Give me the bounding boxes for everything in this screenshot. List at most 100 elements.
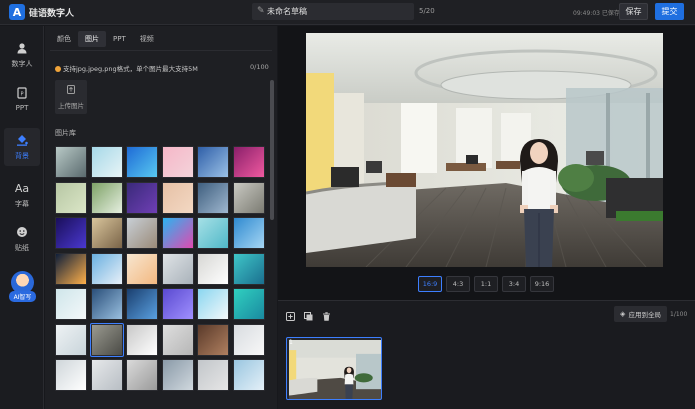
nav-label: 数字人: [11, 59, 33, 68]
tab-ppt[interactable]: PPT: [106, 31, 133, 47]
copy-scene-icon[interactable]: [302, 310, 314, 322]
image-thumbnail[interactable]: [55, 252, 87, 285]
image-thumbnail[interactable]: [232, 323, 265, 356]
image-thumbnail[interactable]: [126, 181, 158, 214]
avatar-icon: [16, 42, 28, 56]
image-thumbnail[interactable]: [90, 252, 123, 285]
thumbnail-image: [127, 289, 157, 319]
thumbnail-image: [56, 147, 86, 177]
delete-scene-icon[interactable]: [320, 310, 332, 322]
apply-to-all-button[interactable]: ◈ 应用到全局: [614, 306, 667, 322]
thumbnail-image: [91, 182, 122, 213]
text-icon: Aa: [14, 181, 30, 195]
left-nav: 数字人 P PPT 背景 Aa 字幕 贴纸 AI智写: [0, 26, 44, 409]
image-thumbnail[interactable]: [90, 146, 123, 178]
edit-icon: ✎: [257, 6, 265, 16]
brand-name: 硅语数字人: [29, 9, 75, 19]
image-thumbnail[interactable]: [55, 217, 87, 249]
image-thumbnail[interactable]: [161, 323, 194, 356]
image-thumbnail[interactable]: [90, 288, 123, 320]
image-library-title: 图片库: [55, 129, 76, 137]
scene-thumbnail[interactable]: 1: [286, 337, 382, 400]
tab-video[interactable]: 视频: [133, 31, 161, 47]
thumbnail-image: [56, 218, 86, 248]
image-thumbnail[interactable]: [161, 359, 194, 391]
panel-scrollbar[interactable]: [270, 80, 274, 220]
nav-item-sticker[interactable]: 贴纸: [4, 220, 40, 258]
upload-label: 上传图片: [58, 101, 84, 110]
image-thumbnail[interactable]: [197, 323, 229, 356]
image-thumbnail[interactable]: [55, 323, 87, 356]
save-button[interactable]: 保存: [619, 3, 648, 20]
image-thumbnail[interactable]: [90, 181, 123, 214]
app-logo-icon: A: [9, 4, 25, 20]
upload-image-button[interactable]: 上传图片: [55, 80, 87, 114]
aspect-ratio-option[interactable]: 4:3: [446, 276, 470, 292]
panel-tabs: 颜色 图片 PPT 视频: [50, 31, 161, 47]
image-thumbnail[interactable]: [126, 252, 158, 285]
preview-canvas[interactable]: [306, 33, 663, 267]
image-thumbnail[interactable]: [197, 181, 229, 214]
image-thumbnail[interactable]: [232, 181, 265, 214]
image-thumbnail[interactable]: [126, 359, 158, 391]
nav-item-avatar[interactable]: 数字人: [4, 36, 40, 74]
thumbnail-image: [198, 324, 228, 355]
thumbnail-image: [198, 289, 228, 319]
nav-item-background[interactable]: 背景: [4, 128, 40, 166]
thumbnail-image: [127, 218, 157, 248]
submit-button[interactable]: 提交: [655, 3, 684, 20]
image-thumbnail[interactable]: [89, 322, 124, 357]
image-thumbnail[interactable]: [161, 252, 194, 285]
image-thumbnail[interactable]: [55, 146, 87, 178]
aspect-ratio-option[interactable]: 16:9: [418, 276, 442, 292]
image-thumbnail[interactable]: [161, 288, 194, 320]
svg-text:P: P: [20, 91, 23, 97]
thumbnail-image: [127, 182, 157, 213]
thumbnail-image: [56, 324, 86, 355]
nav-item-subtitle[interactable]: Aa 字幕: [4, 176, 40, 214]
image-thumbnail[interactable]: [126, 323, 158, 356]
nav-label: 贴纸: [15, 243, 29, 252]
image-thumbnail[interactable]: [232, 146, 265, 178]
scene-count: 1/100: [670, 311, 688, 318]
image-thumbnail[interactable]: [90, 217, 123, 249]
draft-title-field[interactable]: ✎: [252, 3, 414, 20]
aspect-ratio-option[interactable]: 3:4: [502, 276, 526, 292]
tab-color[interactable]: 颜色: [50, 31, 78, 47]
image-thumbnail[interactable]: [232, 217, 265, 249]
aspect-ratio-option[interactable]: 9:16: [530, 276, 554, 292]
image-thumbnail[interactable]: [90, 359, 123, 391]
ai-write-button[interactable]: AI智写: [9, 271, 36, 304]
image-thumbnail[interactable]: [197, 252, 229, 285]
image-thumbnail[interactable]: [126, 146, 158, 178]
nav-label: 字幕: [15, 199, 29, 208]
nav-item-ppt[interactable]: P PPT: [4, 80, 40, 118]
top-bar: A 硅语数字人 ✎ 5/20 09:49:03 已保存 保存 提交: [0, 0, 695, 25]
tab-image[interactable]: 图片: [78, 31, 106, 47]
thumbnail-image: [91, 147, 122, 177]
image-thumbnail[interactable]: [55, 359, 87, 391]
image-thumbnail[interactable]: [197, 146, 229, 178]
image-thumbnail[interactable]: [232, 359, 265, 391]
thumbnail-image: [91, 360, 122, 390]
image-thumbnail[interactable]: [126, 288, 158, 320]
add-scene-icon[interactable]: [284, 310, 296, 322]
aspect-ratio-option[interactable]: 1:1: [474, 276, 498, 292]
image-thumbnail[interactable]: [55, 181, 87, 214]
image-thumbnail[interactable]: [197, 288, 229, 320]
image-thumbnail[interactable]: [197, 359, 229, 391]
image-thumbnail[interactable]: [161, 146, 194, 178]
draft-title-input[interactable]: [267, 3, 412, 20]
image-thumbnail[interactable]: [126, 217, 158, 249]
ai-write-label: AI智写: [9, 291, 36, 302]
image-thumbnail[interactable]: [232, 288, 265, 320]
thumbnail-image: [162, 360, 193, 390]
image-thumbnail[interactable]: [161, 217, 194, 249]
image-thumbnail[interactable]: [232, 252, 265, 285]
image-thumbnail[interactable]: [161, 181, 194, 214]
image-thumbnail[interactable]: [55, 288, 87, 320]
image-library-grid: [55, 146, 265, 409]
thumbnail-image: [162, 147, 193, 177]
title-char-count: 5/20: [419, 7, 435, 15]
image-thumbnail[interactable]: [197, 217, 229, 249]
